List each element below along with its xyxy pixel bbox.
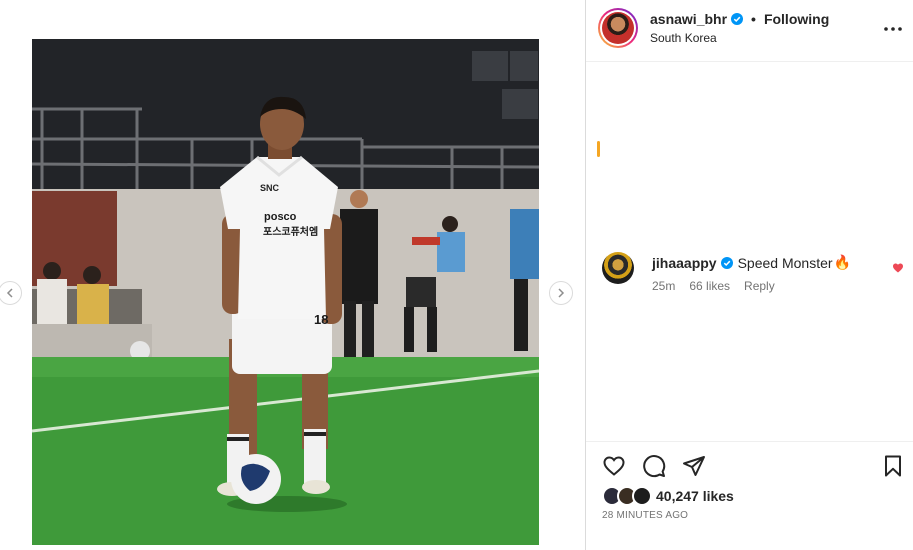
share-icon[interactable]: [682, 454, 706, 478]
separator-dot: •: [751, 11, 756, 27]
jersey-brand-mark: SNC: [260, 183, 280, 193]
fire-emoji: 🔥: [833, 254, 851, 270]
reply-button[interactable]: Reply: [744, 279, 775, 293]
likes-summary[interactable]: 40,247 likes: [602, 486, 734, 506]
jersey-number: 18: [314, 312, 328, 327]
following-button[interactable]: Following: [764, 11, 829, 27]
author-avatar[interactable]: [598, 8, 638, 48]
post-location[interactable]: South Korea: [650, 31, 717, 45]
author-username[interactable]: asnawi_bhr: [650, 11, 727, 27]
caption-indicator: [597, 141, 600, 157]
comment-heart-icon[interactable]: [892, 262, 904, 274]
more-icon[interactable]: [882, 18, 904, 40]
chevron-right-icon: [558, 288, 565, 298]
liker-avatar: [632, 486, 652, 506]
liker-avatars: [602, 486, 654, 506]
next-post-button[interactable]: [549, 281, 573, 305]
commenter-avatar[interactable]: [602, 252, 634, 284]
comment-meta: 25m 66 likes Reply: [652, 279, 775, 293]
post-details-panel: asnawi_bhr • Following South Korea jihaa…: [586, 0, 913, 550]
media-pane: SNC posco 포스코퓨처엠 18: [0, 0, 585, 550]
heart-icon[interactable]: [602, 454, 626, 478]
comment-icon[interactable]: [642, 454, 666, 478]
jersey-sponsor-1: posco: [264, 211, 297, 223]
author-avatar-image: [602, 12, 634, 44]
comment-line: jihaaappy Speed Monster 🔥: [652, 254, 851, 271]
actions-divider: [586, 441, 913, 442]
bookmark-icon[interactable]: [881, 454, 905, 478]
post-photo[interactable]: SNC posco 포스코퓨처엠 18: [32, 39, 539, 545]
commenter-username[interactable]: jihaaappy: [652, 255, 717, 271]
verified-badge-icon: [720, 256, 733, 269]
verified-badge-icon: [731, 13, 744, 25]
post-header: asnawi_bhr • Following South Korea: [586, 0, 913, 62]
comment-likes[interactable]: 66 likes: [689, 279, 730, 293]
post-photo-image: SNC posco 포스코퓨처엠 18: [32, 39, 539, 545]
jersey-sponsor-2: 포스코퓨처엠: [263, 225, 318, 238]
likes-count[interactable]: 40,247 likes: [656, 488, 734, 504]
chevron-left-icon: [6, 288, 13, 298]
author-line: asnawi_bhr • Following: [650, 11, 829, 27]
comment-age: 25m: [652, 279, 676, 293]
post-timestamp[interactable]: 28 MINUTES AGO: [602, 510, 688, 521]
comment-text: Speed Monster: [737, 254, 833, 271]
previous-post-button[interactable]: [0, 281, 22, 305]
